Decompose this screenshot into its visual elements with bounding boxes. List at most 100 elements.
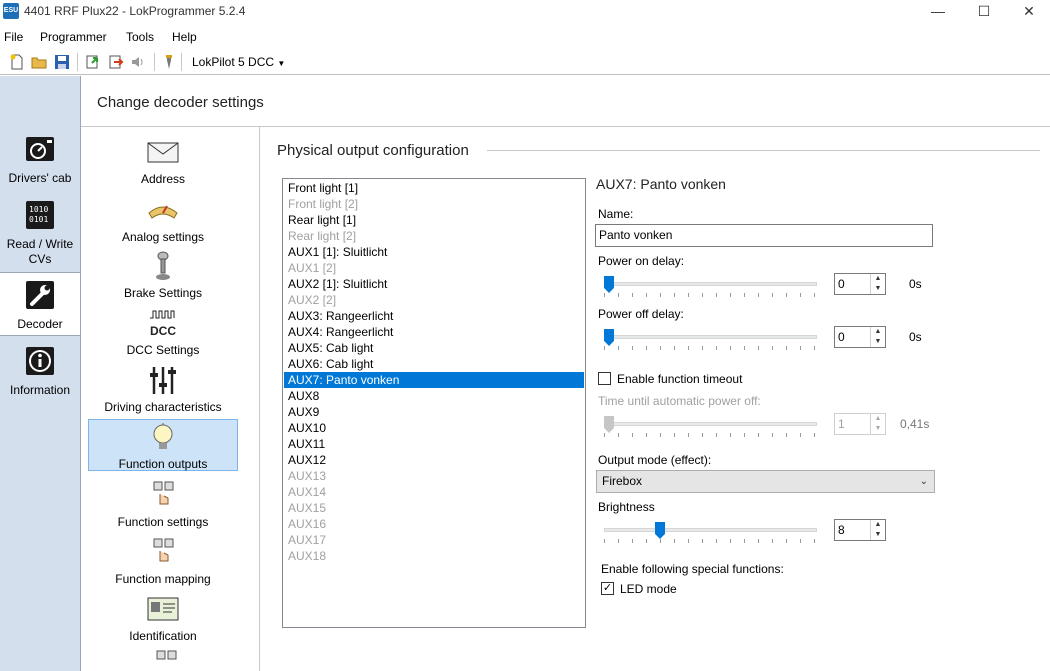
settings-item-dcc[interactable]: DCC DCC Settings bbox=[88, 308, 238, 357]
nav-decoder[interactable]: Decoder bbox=[0, 272, 80, 336]
brightness-spinner[interactable]: 8 ▲ ▼ bbox=[834, 519, 886, 541]
settings-category-list: Address Analog settings Brake Settings D… bbox=[81, 127, 260, 671]
output-list-item[interactable]: Rear light [2] bbox=[284, 228, 584, 244]
open-folder-icon[interactable] bbox=[31, 54, 47, 70]
output-mode-value: Firebox bbox=[602, 474, 643, 488]
output-list-item[interactable]: AUX3: Rangeerlicht bbox=[284, 308, 584, 324]
nav-label: Drivers' cab bbox=[8, 171, 72, 185]
output-list-item[interactable]: Front light [2] bbox=[284, 196, 584, 212]
nav-information[interactable]: Information bbox=[0, 346, 80, 397]
settings-item-brake[interactable]: Brake Settings bbox=[88, 251, 238, 300]
output-list-item[interactable]: AUX7: Panto vonken bbox=[284, 372, 584, 388]
output-list-item[interactable]: AUX18 bbox=[284, 548, 584, 564]
light-bulb-icon bbox=[153, 423, 173, 449]
menu-tools[interactable]: Tools bbox=[126, 30, 154, 44]
power-on-delay-spinner[interactable]: 0 ▲ ▼ bbox=[834, 273, 886, 295]
output-list-item[interactable]: AUX4: Rangeerlicht bbox=[284, 324, 584, 340]
menu-bar: File Programmer Tools Help bbox=[0, 27, 1050, 47]
detail-title: AUX7: Panto vonken bbox=[596, 176, 726, 192]
slider-thumb[interactable] bbox=[604, 416, 614, 433]
output-list-item[interactable]: AUX8 bbox=[284, 388, 584, 404]
settings-item-function-outputs[interactable]: Function outputs bbox=[88, 419, 238, 471]
download-icon[interactable] bbox=[108, 54, 124, 70]
power-off-delay-slider[interactable] bbox=[604, 329, 817, 353]
settings-item-function-settings[interactable]: Function settings bbox=[88, 480, 238, 529]
maximize-button[interactable]: ☐ bbox=[961, 0, 1007, 22]
settings-item-identification[interactable]: Identification bbox=[88, 594, 238, 643]
brightness-slider[interactable] bbox=[604, 522, 817, 546]
sound-icon[interactable] bbox=[130, 54, 146, 70]
output-list-item[interactable]: AUX9 bbox=[284, 404, 584, 420]
function-keys-icon bbox=[156, 650, 177, 660]
nav-read-write-cvs[interactable]: 1010 0101 Read / Write CVs bbox=[0, 200, 80, 267]
probe-icon[interactable] bbox=[161, 54, 177, 70]
close-button[interactable]: ✕ bbox=[1006, 0, 1050, 22]
minimize-button[interactable]: — bbox=[915, 0, 961, 22]
id-card-icon bbox=[147, 597, 179, 621]
decoder-type-label: LokPilot 5 DCC bbox=[192, 55, 275, 69]
slider-thumb[interactable] bbox=[604, 276, 614, 293]
output-list-item[interactable]: AUX11 bbox=[284, 436, 584, 452]
auto-power-off-slider[interactable] bbox=[604, 416, 817, 440]
led-mode-checkbox[interactable]: ✓ bbox=[601, 582, 614, 595]
spinner-arrows-icon[interactable]: ▲ ▼ bbox=[870, 274, 885, 294]
settings-item-label: Analog settings bbox=[121, 230, 205, 244]
new-file-icon[interactable] bbox=[9, 54, 25, 70]
output-list-item[interactable]: AUX13 bbox=[284, 468, 584, 484]
output-list-item[interactable]: AUX15 bbox=[284, 500, 584, 516]
spinner-arrows-icon[interactable]: ▲ ▼ bbox=[870, 520, 885, 540]
output-list-item[interactable]: AUX5: Cab light bbox=[284, 340, 584, 356]
function-mapping-icon bbox=[153, 538, 174, 562]
upload-icon[interactable] bbox=[85, 54, 101, 70]
led-mode-label: LED mode bbox=[620, 582, 677, 596]
settings-item-driving[interactable]: Driving characteristics bbox=[88, 365, 238, 414]
output-list-item[interactable]: AUX2 [1]: Sluitlicht bbox=[284, 276, 584, 292]
output-list-item[interactable]: Rear light [1] bbox=[284, 212, 584, 228]
output-list-item[interactable]: AUX6: Cab light bbox=[284, 356, 584, 372]
spinner-arrows-icon[interactable]: ▲ ▼ bbox=[870, 327, 885, 347]
auto-power-off-spinner[interactable]: 1 ▲ ▼ bbox=[834, 413, 886, 435]
output-list-item[interactable]: AUX12 bbox=[284, 452, 584, 468]
output-list-item[interactable]: AUX1 [1]: Sluitlicht bbox=[284, 244, 584, 260]
output-list[interactable]: Front light [1] Front light [2] Rear light… bbox=[282, 178, 586, 628]
enable-function-timeout-checkbox[interactable] bbox=[598, 372, 611, 385]
output-list-item[interactable]: AUX17 bbox=[284, 532, 584, 548]
output-list-item[interactable]: AUX16 bbox=[284, 516, 584, 532]
output-mode-label: Output mode (effect): bbox=[598, 453, 712, 467]
special-functions-label: Enable following special functions: bbox=[601, 562, 784, 576]
output-list-item[interactable]: AUX10 bbox=[284, 420, 584, 436]
slider-thumb[interactable] bbox=[604, 329, 614, 346]
output-mode-dropdown[interactable]: Firebox ⌄ bbox=[596, 470, 935, 493]
nav-drivers-cab[interactable]: Drivers' cab bbox=[0, 134, 80, 185]
output-list-item[interactable]: AUX14 bbox=[284, 484, 584, 500]
settings-item-function-mapping[interactable]: Function mapping bbox=[88, 537, 238, 586]
power-on-delay-slider[interactable] bbox=[604, 276, 817, 300]
settings-item-analog[interactable]: Analog settings bbox=[88, 195, 238, 244]
section-title: Physical output configuration bbox=[277, 142, 469, 159]
settings-item-label: Address bbox=[140, 172, 186, 186]
output-list-item[interactable]: Front light [1] bbox=[284, 180, 584, 196]
output-list-item[interactable]: AUX1 [2] bbox=[284, 260, 584, 276]
power-on-delay-unit: 0s bbox=[909, 277, 922, 291]
power-off-delay-spinner[interactable]: 0 ▲ ▼ bbox=[834, 326, 886, 348]
settings-item-label: Function settings bbox=[117, 515, 209, 529]
menu-file[interactable]: File bbox=[4, 30, 23, 44]
decoder-type-dropdown[interactable]: LokPilot 5 DCC ▼ bbox=[188, 52, 289, 72]
analog-gauge-icon bbox=[148, 205, 178, 219]
spinner-value: 0 bbox=[838, 330, 845, 344]
name-field[interactable]: Panto vonken bbox=[595, 224, 933, 247]
save-icon[interactable] bbox=[54, 54, 70, 70]
menu-help[interactable]: Help bbox=[172, 30, 197, 44]
nav-label: Read / Write CVs bbox=[6, 237, 74, 266]
info-icon bbox=[26, 347, 54, 375]
settings-item-address[interactable]: Address bbox=[88, 137, 238, 186]
menu-programmer[interactable]: Programmer bbox=[40, 30, 107, 44]
function-keys-icon bbox=[153, 481, 174, 505]
slider-track bbox=[604, 422, 817, 426]
slider-thumb[interactable] bbox=[655, 522, 665, 539]
output-list-item[interactable]: AUX2 [2] bbox=[284, 292, 584, 308]
spinner-arrows-icon[interactable]: ▲ ▼ bbox=[870, 414, 885, 434]
name-label: Name: bbox=[598, 207, 634, 221]
app-logo-icon: ESU bbox=[3, 3, 19, 19]
chevron-down-icon: ⌄ bbox=[919, 476, 928, 487]
